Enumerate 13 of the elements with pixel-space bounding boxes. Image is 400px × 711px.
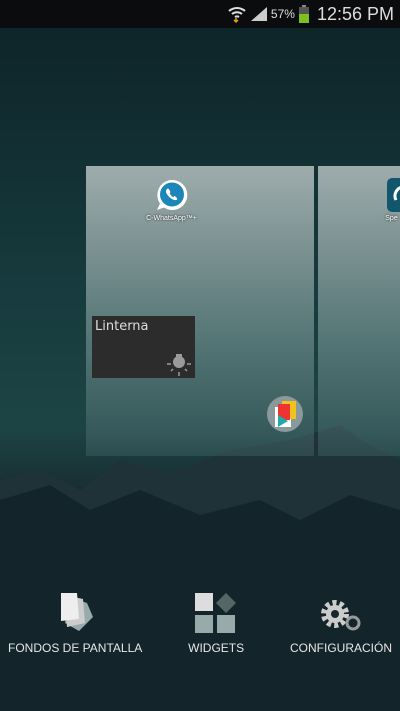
menu-button[interactable]: FONDOS DE PANTALLA bbox=[8, 593, 142, 655]
menu-button[interactable]: CONFIGURACIÓN bbox=[290, 593, 392, 655]
widget-tiles-icon bbox=[195, 593, 238, 633]
chat-bubble-icon bbox=[154, 178, 188, 212]
battery-icon bbox=[298, 5, 309, 23]
menu-button[interactable]: WIDGETS bbox=[188, 593, 244, 655]
clock-time: 12:56 PM bbox=[316, 4, 394, 24]
battery-percent: 57% bbox=[270, 7, 295, 21]
flashlight-widget[interactable]: Linterna bbox=[92, 316, 195, 378]
signal-icon bbox=[250, 7, 267, 21]
wifi-icon bbox=[226, 5, 247, 23]
shopping-bag-icon[interactable] bbox=[266, 395, 304, 433]
widget-title: Linterna bbox=[94, 317, 149, 333]
